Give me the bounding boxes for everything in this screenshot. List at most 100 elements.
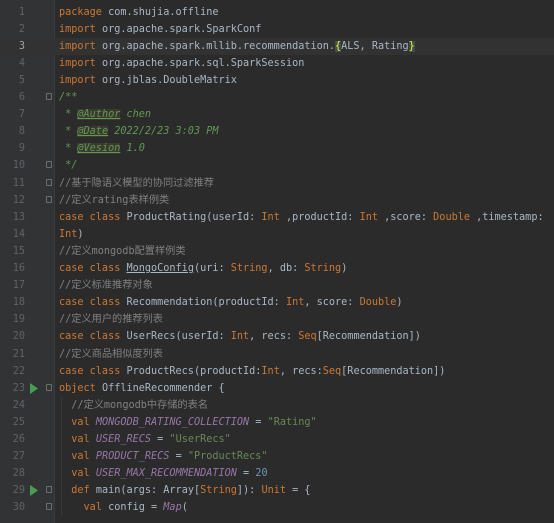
code-line[interactable]: 7 * @Author chen <box>0 106 554 123</box>
code-text: val USER_RECS = "UserRecs" <box>71 434 231 445</box>
code-text: val config = Map( <box>83 502 188 514</box>
code-line[interactable]: 29 def main(args: Array[String]): Unit =… <box>0 482 554 499</box>
line-number[interactable]: 24 <box>0 397 25 414</box>
fold-icon[interactable] <box>46 503 52 511</box>
line-number[interactable]: 17 <box>0 277 25 294</box>
code-line[interactable]: 20 case class UserRecs(userId: Int, recs:… <box>0 328 554 345</box>
code-line[interactable]: 27 val PRODUCT_RECS = "ProductRecs" <box>0 448 554 465</box>
fold-icon[interactable] <box>46 383 52 391</box>
code-text: val USER_MAX_RECOMMENDATION = 20 <box>71 468 268 480</box>
code-line[interactable]: 17 //定义标准推荐对象 <box>0 277 554 294</box>
code-text: //定义rating表样例类 <box>59 194 170 206</box>
code-text: val PRODUCT_RECS = "ProductRecs" <box>71 451 268 463</box>
fold-icon[interactable] <box>46 178 52 186</box>
code-text: //定义mongodb中存储的表名 <box>71 399 208 411</box>
code-text: import org.apache.spark.mllib.recommenda… <box>59 40 415 52</box>
line-number[interactable]: 12 <box>0 192 25 209</box>
code-line[interactable]: 22 case class ProductRecs(productId:Int, … <box>0 363 554 380</box>
line-number[interactable]: 19 <box>0 311 25 328</box>
line-number[interactable]: 28 <box>0 465 25 482</box>
code-text: //基于隐语义模型的协同过滤推荐 <box>59 177 214 189</box>
code-text: //定义商品相似度列表 <box>59 348 163 360</box>
line-number[interactable]: 8 <box>0 123 25 140</box>
code-line[interactable]: 3 import org.apache.spark.mllib.recommend… <box>0 37 554 55</box>
line-number[interactable]: 6 <box>0 89 25 106</box>
fold-icon[interactable] <box>46 93 52 100</box>
line-number[interactable]: 15 <box>0 243 25 260</box>
code-line[interactable]: 12 //定义rating表样例类 <box>0 192 554 209</box>
code-line[interactable]: 30 val config = Map( <box>0 499 554 516</box>
fold-icon[interactable] <box>46 195 52 203</box>
code-line[interactable]: 23 object OfflineRecommender { <box>0 380 554 397</box>
line-number[interactable]: 29 <box>0 482 25 499</box>
line-number[interactable]: 3 <box>0 38 25 55</box>
code-text: object OfflineRecommender { <box>59 382 225 394</box>
line-number[interactable]: 1 <box>0 4 25 21</box>
line-number[interactable]: 11 <box>0 175 25 192</box>
code-line[interactable]: 24 //定义mongodb中存储的表名 <box>0 397 554 414</box>
code-text: case class Recommendation(productId: Int… <box>59 297 403 309</box>
line-number[interactable]: 10 <box>0 157 25 174</box>
code-line[interactable]: 5 import org.jblas.DoubleMatrix <box>0 72 554 89</box>
line-number[interactable]: 25 <box>0 414 25 431</box>
line-number[interactable]: 20 <box>0 328 25 345</box>
line-number[interactable]: 5 <box>0 72 25 89</box>
code-text: //定义用户的推荐列表 <box>59 314 163 326</box>
line-number[interactable]: 23 <box>0 380 25 397</box>
line-number[interactable]: 21 <box>0 346 25 363</box>
code-line[interactable]: 9 * @Vesion 1.0 <box>0 140 554 157</box>
code-text: /** <box>59 92 78 103</box>
code-text: import org.apache.spark.SparkConf <box>59 23 262 35</box>
code-text: val MONGODB_RATING_COLLECTION = "Rating" <box>71 416 317 428</box>
code-line[interactable]: 14 Int) <box>0 226 554 243</box>
code-line[interactable]: 16 case class MongoConfig(uri: String, db… <box>0 260 554 277</box>
code-line[interactable]: 19 //定义用户的推荐列表 <box>0 311 554 328</box>
code-text: package com.shujia.offline <box>59 6 219 18</box>
fold-icon[interactable] <box>46 486 52 494</box>
code-text: * @Date 2022/2/23 3:03 PM <box>59 126 219 138</box>
code-line[interactable]: 28 val USER_MAX_RECOMMENDATION = 20 <box>0 465 554 482</box>
code-editor[interactable]: 1 package com.shujia.offline 2 import org.a… <box>0 0 554 523</box>
code-text: case class ProductRecs(productId:Int, re… <box>59 365 446 377</box>
code-line[interactable]: 2 import org.apache.spark.SparkConf <box>0 21 554 38</box>
code-line[interactable]: 15 //定义mongodb配置样例类 <box>0 243 554 260</box>
code-line[interactable]: 25 val MONGODB_RATING_COLLECTION = "Rati… <box>0 414 554 431</box>
code-line[interactable]: 6 /** <box>0 89 554 106</box>
line-number[interactable]: 2 <box>0 21 25 38</box>
code-line[interactable]: 4 import org.apache.spark.sql.SparkSessio… <box>0 55 554 72</box>
line-number[interactable]: 16 <box>0 260 25 277</box>
code-text: def main(args: Array[String]): Unit = { <box>71 485 311 497</box>
code-text: case class MongoConfig(uri: String, db: … <box>59 263 348 274</box>
fold-icon[interactable] <box>46 161 52 169</box>
code-text: //定义标准推荐对象 <box>59 280 153 292</box>
code-line[interactable]: 1 package com.shujia.offline <box>0 4 554 21</box>
line-number[interactable]: 22 <box>0 363 25 380</box>
line-number[interactable]: 7 <box>0 106 25 123</box>
code-text: import org.apache.spark.sql.SparkSession <box>59 57 305 69</box>
line-number[interactable]: 30 <box>0 499 25 516</box>
code-line[interactable]: 8 * @Date 2022/2/23 3:03 PM <box>0 123 554 140</box>
code-text: * @Author chen <box>59 109 152 121</box>
code-line[interactable]: 11 //基于隐语义模型的协同过滤推荐 <box>0 175 554 192</box>
code-text: case class UserRecs(userId: Int, recs: S… <box>59 331 421 343</box>
code-text: */ <box>59 160 78 172</box>
line-number[interactable]: 9 <box>0 140 25 157</box>
code-line[interactable]: 26 val USER_RECS = "UserRecs" <box>0 431 554 448</box>
line-number[interactable]: 13 <box>0 209 25 226</box>
line-number[interactable]: 4 <box>0 55 25 72</box>
line-number[interactable]: 18 <box>0 294 25 311</box>
run-icon[interactable] <box>30 382 38 394</box>
code-text: import org.jblas.DoubleMatrix <box>59 74 237 86</box>
line-number[interactable]: 27 <box>0 448 25 465</box>
code-text: case class ProductRating(userId: Int ,pr… <box>59 211 544 223</box>
code-text: * @Vesion 1.0 <box>59 143 145 155</box>
code-line[interactable]: 10 */ <box>0 157 554 174</box>
code-line[interactable]: 18 case class Recommendation(productId: I… <box>0 294 554 311</box>
line-number[interactable]: 26 <box>0 431 25 448</box>
run-icon[interactable] <box>30 485 38 497</box>
code-text: //定义mongodb配置样例类 <box>59 245 186 257</box>
code-text: Int) <box>59 228 84 240</box>
code-line[interactable]: 13 case class ProductRating(userId: Int ,… <box>0 209 554 226</box>
code-line[interactable]: 21 //定义商品相似度列表 <box>0 346 554 363</box>
line-number[interactable]: 14 <box>0 226 25 243</box>
